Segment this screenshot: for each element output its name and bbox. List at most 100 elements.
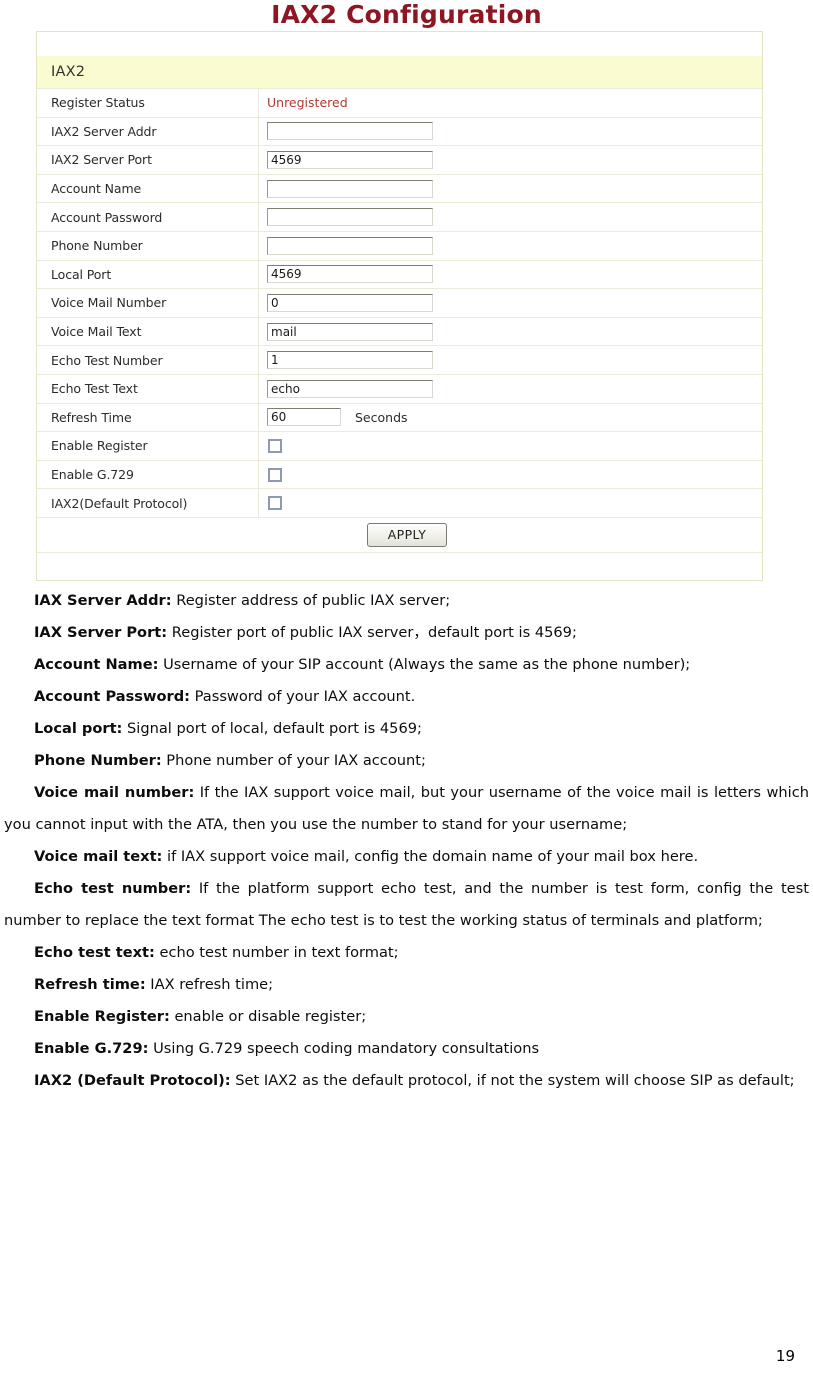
config-row-label: IAX2(Default Protocol) xyxy=(37,489,259,517)
config-row-value: 0 xyxy=(259,293,762,312)
description-paragraph: Echo test number: If the platform suppor… xyxy=(4,873,809,937)
description-term: IAX Server Addr: xyxy=(34,592,172,609)
config-row-label: Register Status xyxy=(37,89,259,117)
config-row-label: Enable Register xyxy=(37,432,259,460)
config-row: Enable G.729 xyxy=(37,459,762,489)
description-text: echo test number in text format; xyxy=(154,944,399,961)
config-row-value: 4569 xyxy=(259,265,762,284)
config-row-label: IAX2 Server Port xyxy=(37,146,259,174)
config-row-label: Local Port xyxy=(37,260,259,289)
description-paragraph: Voice mail text: if IAX support voice ma… xyxy=(4,841,809,873)
description-paragraph: Account Name: Username of your SIP accou… xyxy=(4,649,809,681)
apply-button[interactable]: APPLY xyxy=(367,522,447,547)
section-header-iax2: IAX2 xyxy=(37,56,762,88)
description-text: Register port of public IAX server，defau… xyxy=(167,624,577,641)
config-row-label: Phone Number xyxy=(37,231,259,260)
config-row: Local Port 4569 xyxy=(37,259,762,289)
config-row-value xyxy=(259,122,762,141)
config-row: Voice Mail Number 0 xyxy=(37,288,762,317)
description-term: Enable G.729: xyxy=(34,1040,149,1057)
text-input[interactable] xyxy=(267,236,433,255)
text-input[interactable]: 0 xyxy=(267,293,433,312)
config-row-value: echo xyxy=(259,379,762,398)
description-paragraph: Refresh time: IAX refresh time; xyxy=(4,969,809,1001)
description-text: Signal port of local, default port is 45… xyxy=(122,720,422,737)
description-term: Echo test number: xyxy=(34,880,192,897)
config-row: Enable Register xyxy=(37,431,762,460)
checkbox[interactable] xyxy=(268,467,282,482)
description-text: Using G.729 speech coding mandatory cons… xyxy=(148,1040,540,1057)
config-row-value xyxy=(259,179,762,198)
description-term: IAX Server Port: xyxy=(34,624,168,641)
description-term: Local port: xyxy=(34,720,123,737)
config-row-label: Voice Mail Text xyxy=(37,317,259,346)
config-row-value xyxy=(259,467,762,482)
description-term: Echo test text: xyxy=(34,944,155,961)
description-paragraph: Phone Number: Phone number of your IAX a… xyxy=(4,745,809,777)
config-row-value: mail xyxy=(259,322,762,341)
description-term: IAX2 (Default Protocol): xyxy=(34,1072,231,1089)
section-header-label: IAX2 xyxy=(51,64,86,80)
description-text: if IAX support voice mail, config the do… xyxy=(162,848,699,865)
page-number: 19 xyxy=(775,1347,795,1365)
config-row: Account Password xyxy=(37,202,762,231)
text-input[interactable]: 60 xyxy=(267,408,341,427)
config-row-value xyxy=(259,208,762,227)
description-term: Account Name: xyxy=(34,656,159,673)
config-row: Echo Test Text echo xyxy=(37,373,762,403)
page-title: IAX2 Configuration xyxy=(271,0,542,29)
description-text: Password of your IAX account. xyxy=(189,688,416,705)
description-term: Voice mail text: xyxy=(34,848,163,865)
description-term: Phone Number: xyxy=(34,752,162,769)
description-text: IAX refresh time; xyxy=(145,976,274,993)
description-paragraph: IAX Server Addr: Register address of pub… xyxy=(4,585,809,617)
config-row-label: Refresh Time xyxy=(37,403,259,432)
description-term: Enable Register: xyxy=(34,1008,170,1025)
config-row-label: Account Password xyxy=(37,203,259,231)
checkbox[interactable] xyxy=(268,496,282,511)
config-row-value: Unregistered xyxy=(259,95,762,110)
register-status-value: Unregistered xyxy=(267,95,348,111)
description-text: Phone number of your IAX account; xyxy=(161,752,426,769)
description-paragraph: Voice mail number: If the IAX support vo… xyxy=(4,777,809,841)
config-row-label: IAX2 Server Addr xyxy=(37,117,259,146)
description-paragraph: Local port: Signal port of local, defaul… xyxy=(4,713,809,745)
description-paragraph: IAX Server Port: Register port of public… xyxy=(4,617,809,649)
text-input[interactable]: 1 xyxy=(267,351,433,370)
config-row-label: Echo Test Text xyxy=(37,374,259,403)
description-paragraph: Account Password: Password of your IAX a… xyxy=(4,681,809,713)
config-row-value xyxy=(259,438,762,453)
field-descriptions: IAX Server Addr: Register address of pub… xyxy=(0,585,813,1097)
config-row-label: Voice Mail Number xyxy=(37,289,259,317)
text-input[interactable] xyxy=(267,179,433,198)
text-input[interactable]: 4569 xyxy=(267,150,433,169)
config-row: IAX2 Server Addr xyxy=(37,116,762,146)
config-rows-container: Register Status Unregistered IAX2 Server A… xyxy=(37,88,762,517)
description-paragraph: Enable Register: enable or disable regis… xyxy=(4,1001,809,1033)
config-row-label: Account Name xyxy=(37,174,259,203)
panel-top-spacer xyxy=(37,32,762,56)
config-row: Refresh Time 60 Seconds xyxy=(37,402,762,432)
description-text: Username of your SIP account (Always the… xyxy=(158,656,691,673)
config-row-value: 60 Seconds xyxy=(259,408,762,427)
config-row: Echo Test Number 1 xyxy=(37,345,762,374)
text-input[interactable] xyxy=(267,122,433,141)
checkbox[interactable] xyxy=(268,438,282,453)
text-input[interactable]: 4569 xyxy=(267,265,433,284)
description-term: Voice mail number: xyxy=(34,784,195,801)
text-input[interactable] xyxy=(267,208,433,227)
text-input[interactable]: mail xyxy=(267,322,433,341)
config-row-label: Enable G.729 xyxy=(37,460,259,489)
panel-bottom-spacer xyxy=(37,551,762,580)
description-text: Register address of public IAX server; xyxy=(171,592,451,609)
config-row-value: 4569 xyxy=(259,150,762,169)
apply-row: APPLY xyxy=(37,516,762,552)
config-row: Register Status Unregistered xyxy=(37,88,762,117)
config-row: Voice Mail Text mail xyxy=(37,316,762,346)
text-input[interactable]: echo xyxy=(267,379,433,398)
description-text: Set IAX2 as the default protocol, if not… xyxy=(230,1072,795,1089)
config-row: Account Name xyxy=(37,173,762,203)
config-row: Phone Number xyxy=(37,230,762,260)
config-row: IAX2(Default Protocol) xyxy=(37,488,762,517)
unit-label: Seconds xyxy=(355,409,408,425)
